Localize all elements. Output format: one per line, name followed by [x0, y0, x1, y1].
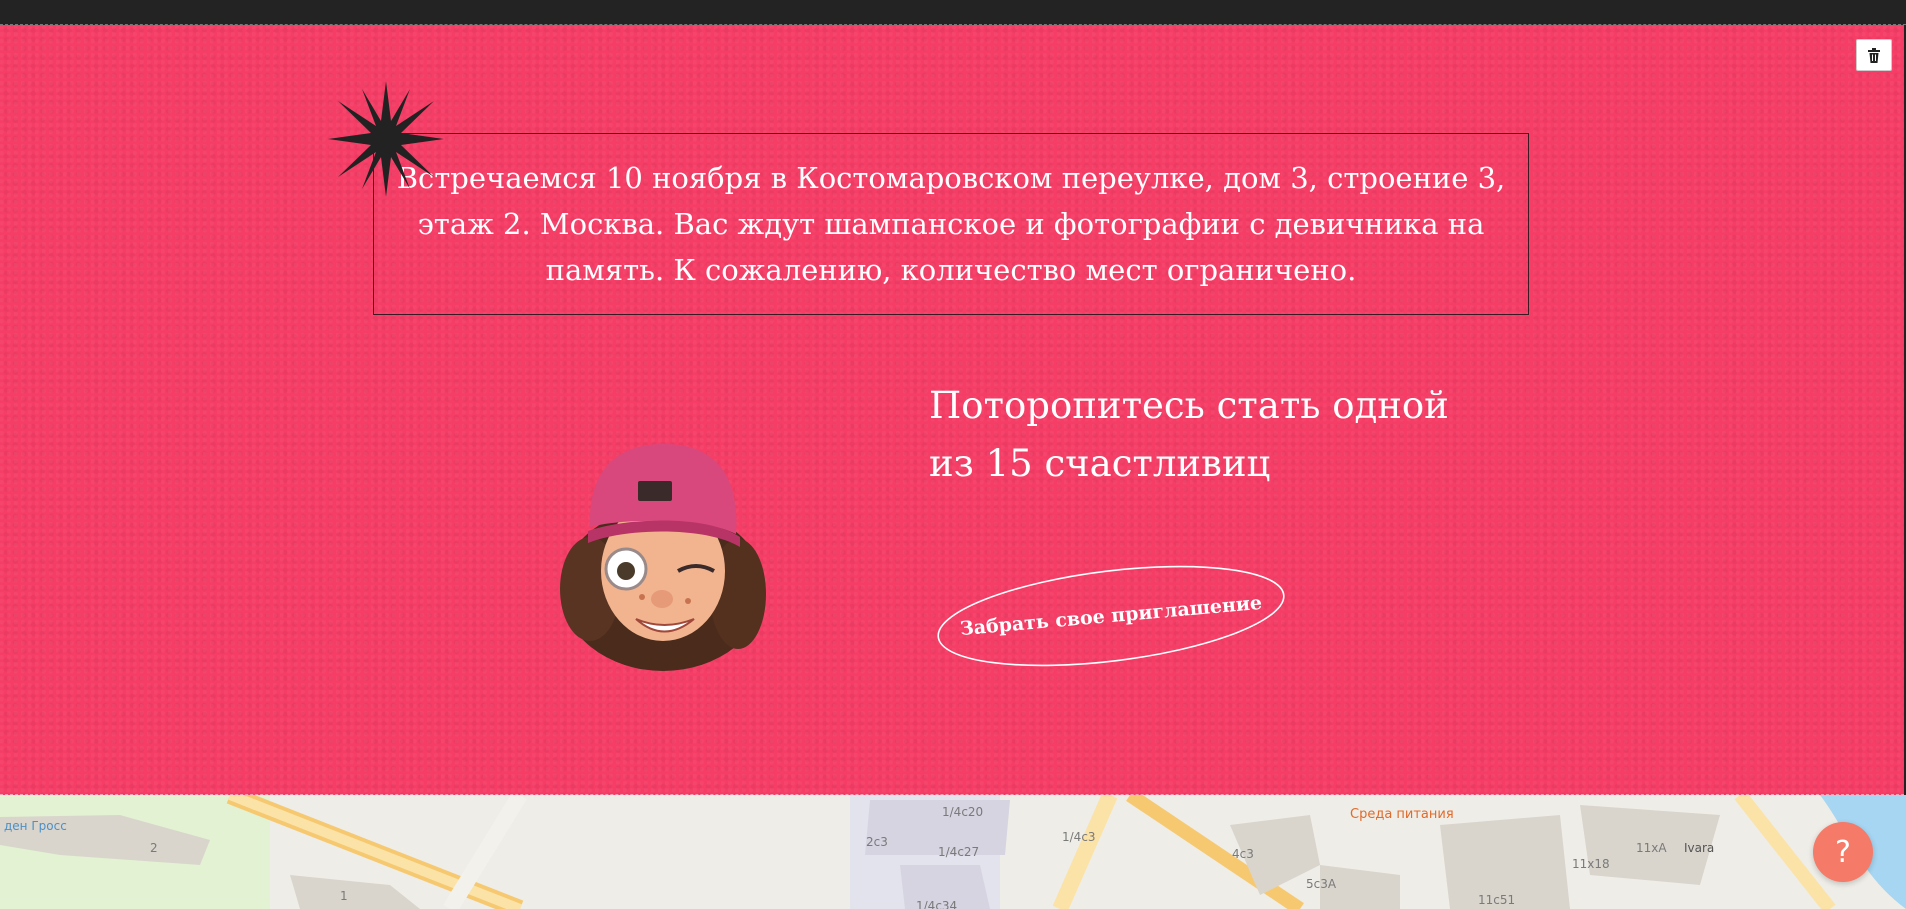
map-label-building: 1/4с34 [916, 899, 958, 909]
trash-icon [1868, 47, 1880, 63]
map-label-poi: Среда питания [1350, 807, 1454, 822]
help-button[interactable]: ? [1813, 822, 1873, 882]
event-info-text: Встречаемся 10 ноября в Костомаровском п… [396, 161, 1506, 287]
hero-section: Встречаемся 10 ноября в Костомаровском п… [0, 25, 1904, 795]
get-invitation-button[interactable]: Забрать свое приглашение [934, 565, 1288, 667]
memoji-avatar [560, 444, 766, 671]
map-label-building: 1 [340, 889, 348, 903]
event-info-box: Встречаемся 10 ноября в Костомаровском п… [373, 133, 1529, 315]
location-map[interactable]: ден Гросс 2 1 2с3 1/4с20 1/4с27 1/4с3 1/… [0, 795, 1906, 909]
map-label-building: 5с3А [1306, 877, 1337, 891]
editor-top-bar [0, 0, 1906, 25]
map-label-building: 11с51 [1478, 893, 1516, 907]
map-label-building: 11х18 [1572, 857, 1610, 871]
map-label-building: 11хА [1636, 841, 1667, 855]
map-label-building: 1/4с27 [938, 845, 980, 859]
map-label-building: 4с3 [1232, 847, 1254, 861]
star-burst-icon [328, 81, 444, 197]
heading-line-1: Поторопитесь стать одной [929, 384, 1449, 427]
map-label-store: ден Гросс [4, 819, 67, 833]
map-label-building: 2 [150, 841, 158, 855]
delete-block-button[interactable] [1856, 39, 1892, 71]
map-label-building: 2с3 [866, 835, 888, 849]
heading-line-2: из 15 счастливиц [929, 442, 1271, 485]
map-label-building: 1/4с3 [1062, 830, 1096, 844]
map-label-poi: Ivara [1684, 841, 1715, 855]
hurry-heading: Поторопитесь стать одной из 15 счастливи… [929, 377, 1529, 493]
map-label-building: 1/4с20 [942, 805, 984, 819]
